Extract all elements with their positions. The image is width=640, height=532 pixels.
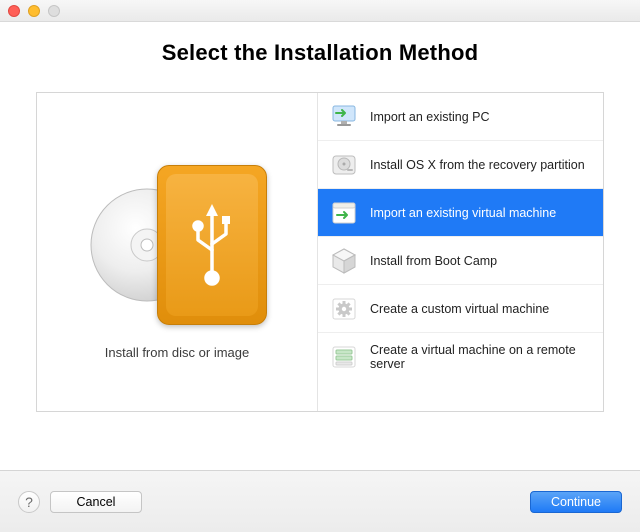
hard-drive-icon (328, 149, 360, 181)
usb-drive-icon (157, 165, 267, 325)
option-create-custom-vm[interactable]: Create a custom virtual machine (318, 285, 603, 333)
help-button[interactable]: ? (18, 491, 40, 513)
option-label: Create a virtual machine on a remote ser… (370, 343, 593, 371)
pc-import-icon (328, 101, 360, 133)
server-icon (328, 341, 360, 373)
zoom-window-button (48, 5, 60, 17)
cancel-button[interactable]: Cancel (50, 491, 142, 513)
option-label: Install from Boot Camp (370, 254, 497, 268)
option-install-boot-camp[interactable]: Install from Boot Camp (318, 237, 603, 285)
continue-button[interactable]: Continue (530, 491, 622, 513)
options-list: Import an existing PC Install OS X from … (318, 93, 603, 411)
disc-option-label: Install from disc or image (105, 345, 250, 360)
option-label: Import an existing PC (370, 110, 490, 124)
close-window-button[interactable] (8, 5, 20, 17)
disc-and-usb-illustration (87, 145, 267, 325)
option-label: Install OS X from the recovery partition (370, 158, 585, 172)
option-import-existing-pc[interactable]: Import an existing PC (318, 93, 603, 141)
vm-import-icon (328, 197, 360, 229)
option-create-remote-vm[interactable]: Create a virtual machine on a remote ser… (318, 333, 603, 381)
content-panel: Install from disc or image Import an exi… (36, 92, 604, 412)
install-from-disc-option[interactable]: Install from disc or image (37, 93, 318, 411)
footer: ? Cancel Continue (0, 470, 640, 532)
titlebar (0, 0, 640, 22)
minimize-window-button[interactable] (28, 5, 40, 17)
gear-icon (328, 293, 360, 325)
option-install-recovery-partition[interactable]: Install OS X from the recovery partition (318, 141, 603, 189)
page-header: Select the Installation Method (0, 22, 640, 92)
boot-camp-icon (328, 245, 360, 277)
option-label: Import an existing virtual machine (370, 206, 556, 220)
option-label: Create a custom virtual machine (370, 302, 549, 316)
option-import-existing-vm[interactable]: Import an existing virtual machine (318, 189, 603, 237)
page-title: Select the Installation Method (0, 40, 640, 66)
